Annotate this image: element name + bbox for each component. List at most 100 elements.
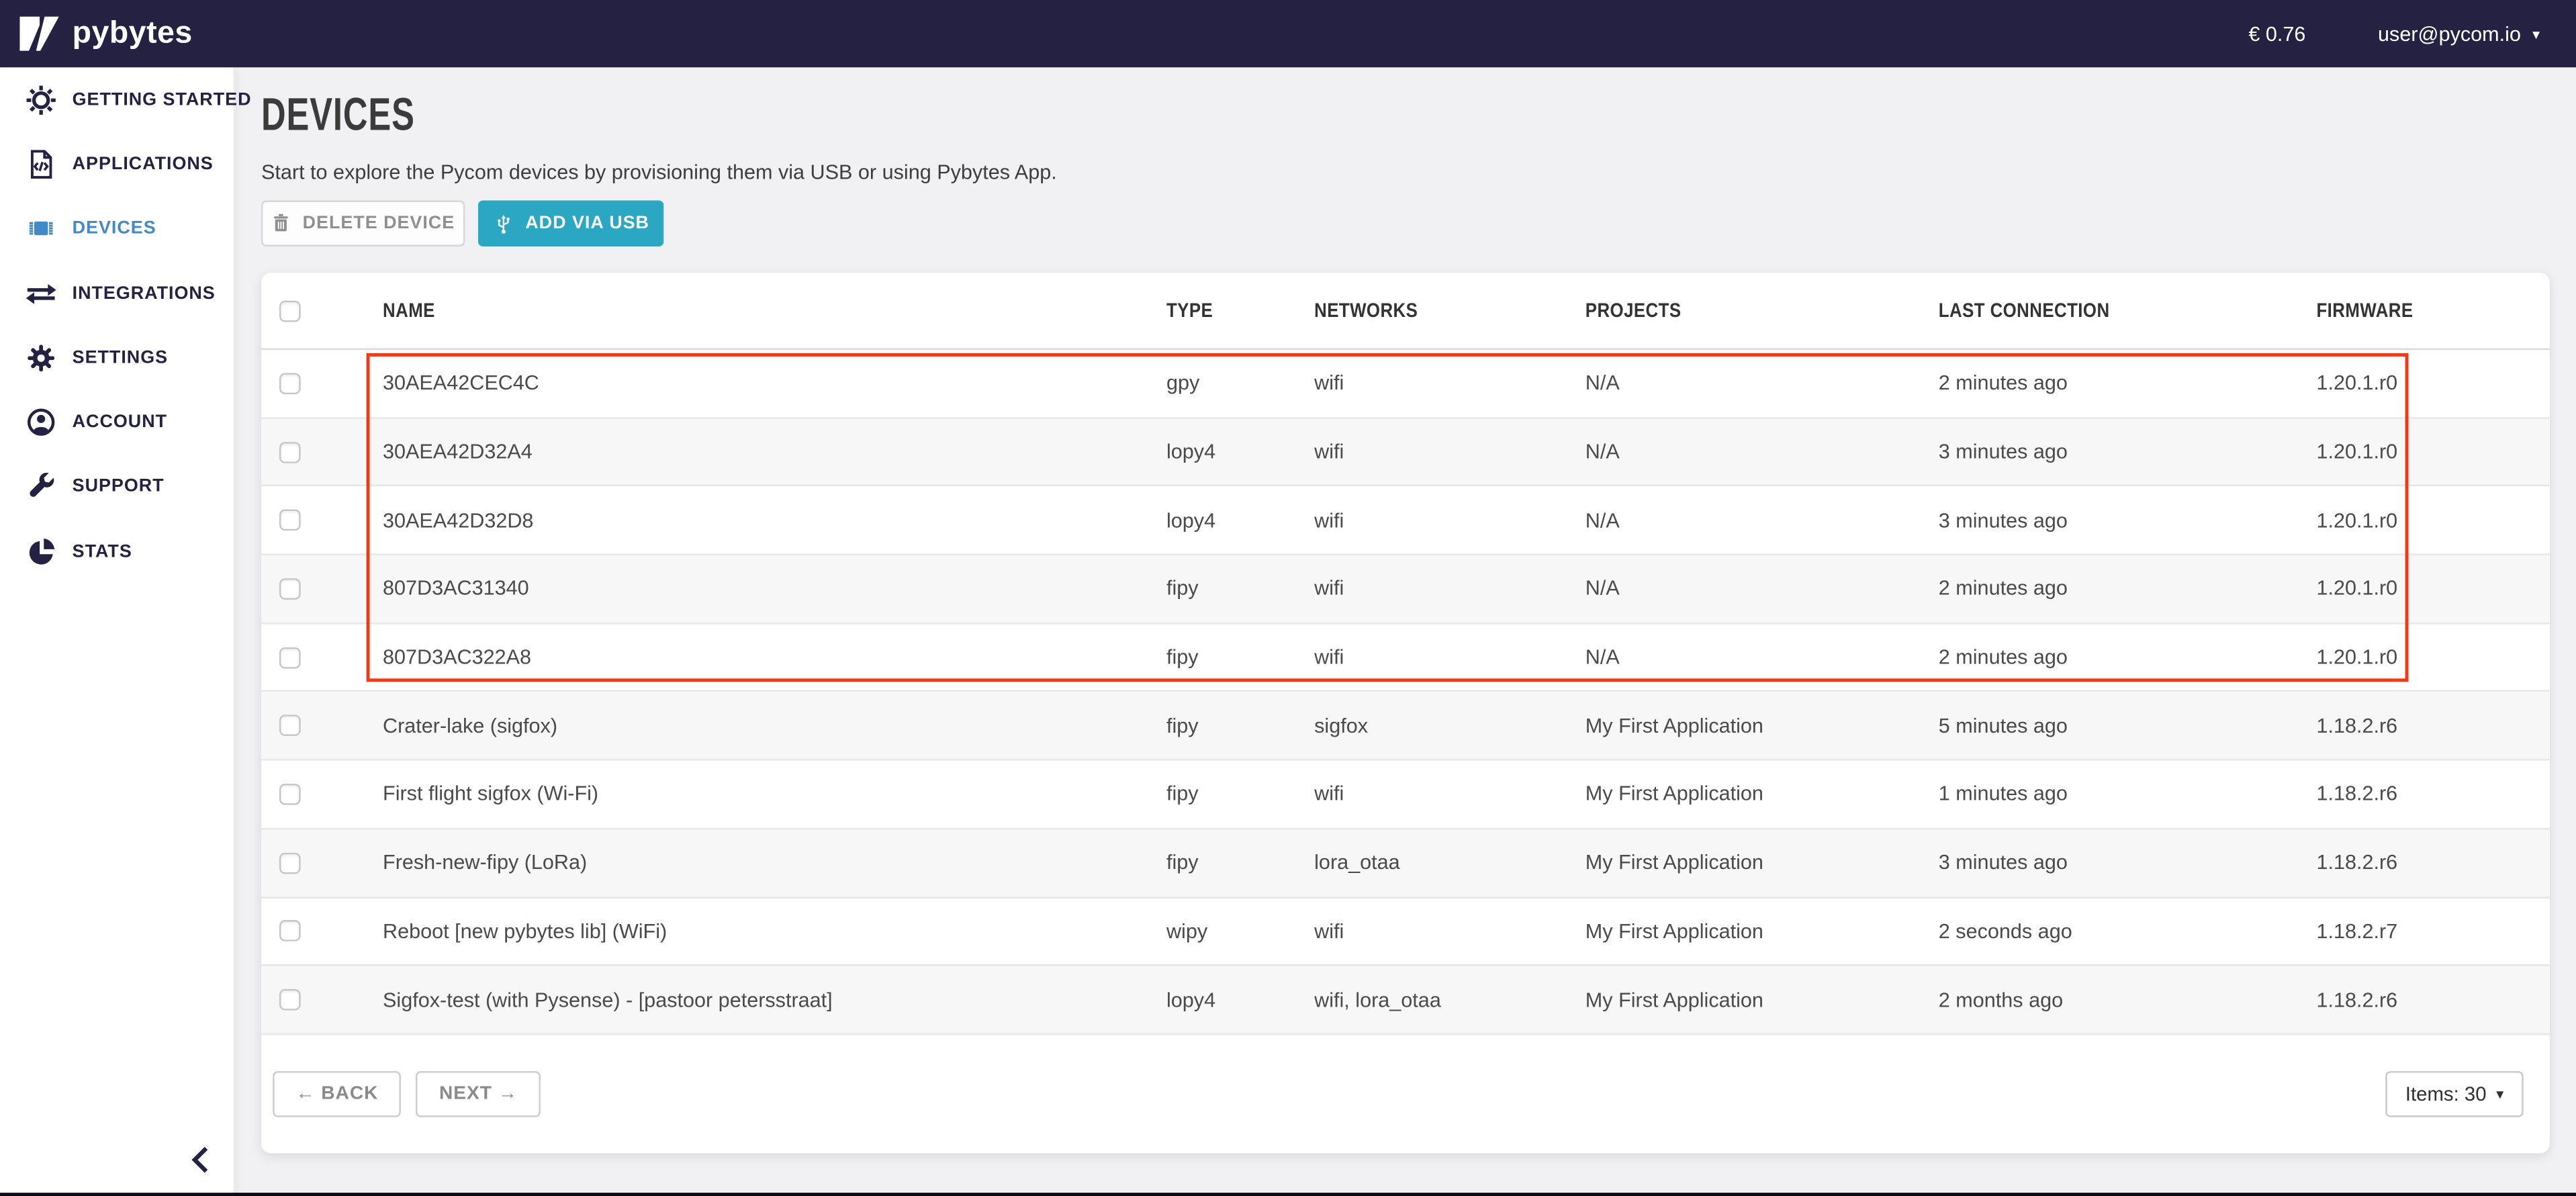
user-icon bbox=[25, 406, 58, 439]
sidebar-item-applications[interactable]: APPLICATIONS bbox=[0, 132, 233, 196]
items-per-page-dropdown[interactable]: Items: 30 ▾ bbox=[2385, 1071, 2523, 1117]
sidebar-item-getting-started[interactable]: GETTING STARTED bbox=[0, 67, 233, 132]
add-via-usb-button[interactable]: ADD VIA USB bbox=[478, 200, 663, 246]
device-name-cell: 807D3AC322A8 bbox=[383, 646, 1166, 669]
sidebar-item-label: SUPPORT bbox=[73, 477, 165, 496]
device-name-cell: Fresh-new-fipy (LoRa) bbox=[383, 852, 1166, 874]
sidebar-item-devices[interactable]: DEVICES bbox=[0, 197, 233, 261]
delete-device-label: DELETE DEVICE bbox=[303, 214, 455, 233]
sidebar-item-account[interactable]: ACCOUNT bbox=[0, 390, 233, 455]
sun-icon bbox=[25, 83, 58, 116]
pycom-logo-icon bbox=[19, 15, 62, 52]
table-row[interactable]: 30AEA42D32D8 lopy4 wifi N/A 3 minutes ag… bbox=[261, 487, 2550, 555]
row-checkbox[interactable] bbox=[279, 989, 301, 1011]
device-name-cell: Reboot [new pybytes lib] (WiFi) bbox=[383, 920, 1166, 943]
device-firmware-cell: 1.20.1.r0 bbox=[2316, 509, 2549, 532]
sidebar-item-integrations[interactable]: INTEGRATIONS bbox=[0, 261, 233, 326]
pagination-bar: ← BACK NEXT → Items: 30 ▾ bbox=[261, 1035, 2550, 1153]
device-last-connection-cell: 3 minutes ago bbox=[1939, 852, 2317, 874]
sidebar-collapse-chevron-icon[interactable] bbox=[189, 1145, 215, 1175]
device-networks-cell: wifi bbox=[1314, 509, 1585, 532]
table-row[interactable]: First flight sigfox (Wi-Fi) fipy wifi My… bbox=[261, 761, 2550, 829]
row-checkbox[interactable] bbox=[279, 373, 301, 394]
device-name-cell: 30AEA42CEC4C bbox=[383, 372, 1166, 395]
table-row[interactable]: 30AEA42CEC4C gpy wifi N/A 2 minutes ago … bbox=[261, 350, 2550, 418]
table-row[interactable]: Crater-lake (sigfox) fipy sigfox My Firs… bbox=[261, 692, 2550, 761]
device-projects-cell: My First Application bbox=[1585, 920, 1939, 943]
gear-icon bbox=[25, 341, 58, 374]
pybytes-logo[interactable]: pybytes bbox=[19, 15, 192, 52]
device-type-cell: lopy4 bbox=[1166, 441, 1314, 463]
wrench-icon bbox=[25, 471, 58, 504]
row-checkbox[interactable] bbox=[279, 852, 301, 874]
table-row[interactable]: Sigfox-test (with Pysense) - [pastoor pe… bbox=[261, 966, 2550, 1035]
back-button[interactable]: ← BACK bbox=[273, 1071, 402, 1117]
device-last-connection-cell: 2 minutes ago bbox=[1939, 646, 2317, 669]
table-row[interactable]: 807D3AC31340 fipy wifi N/A 2 minutes ago… bbox=[261, 555, 2550, 624]
table-row[interactable]: 807D3AC322A8 fipy wifi N/A 2 minutes ago… bbox=[261, 624, 2550, 692]
usb-icon bbox=[492, 211, 514, 236]
device-last-connection-cell: 2 minutes ago bbox=[1939, 372, 2317, 395]
chevron-down-icon: ▾ bbox=[2496, 1087, 2503, 1101]
pybytes-app: pybytes € 0.76 user@pycom.io ▾ bbox=[0, 0, 2576, 1196]
sidebar-item-stats[interactable]: STATS bbox=[0, 519, 233, 584]
device-last-connection-cell: 2 seconds ago bbox=[1939, 920, 2317, 943]
trash-icon bbox=[271, 212, 291, 235]
delete-device-button[interactable]: DELETE DEVICE bbox=[261, 200, 465, 246]
device-name-cell: 30AEA42D32A4 bbox=[383, 441, 1166, 463]
device-firmware-cell: 1.18.2.r7 bbox=[2316, 920, 2549, 943]
sidebar-item-support[interactable]: SUPPORT bbox=[0, 455, 233, 519]
device-projects-cell: My First Application bbox=[1585, 988, 1939, 1011]
table-row[interactable]: 30AEA42D32A4 lopy4 wifi N/A 3 minutes ag… bbox=[261, 418, 2550, 487]
items-per-page-label: Items: 30 bbox=[2405, 1083, 2487, 1105]
next-button[interactable]: NEXT → bbox=[416, 1071, 541, 1117]
device-firmware-cell: 1.18.2.r6 bbox=[2316, 715, 2549, 737]
row-checkbox[interactable] bbox=[279, 784, 301, 805]
device-type-cell: fipy bbox=[1166, 578, 1314, 600]
device-type-cell: gpy bbox=[1166, 372, 1314, 395]
device-networks-cell: wifi bbox=[1314, 578, 1585, 600]
devices-table-card: NAME TYPE NETWORKS PROJECTS LAST CONNECT… bbox=[261, 273, 2550, 1153]
device-type-cell: fipy bbox=[1166, 715, 1314, 737]
device-name-cell: Crater-lake (sigfox) bbox=[383, 715, 1166, 737]
device-networks-cell: sigfox bbox=[1314, 715, 1585, 737]
chip-icon bbox=[25, 212, 58, 245]
device-firmware-cell: 1.18.2.r6 bbox=[2316, 852, 2549, 874]
device-last-connection-cell: 1 minutes ago bbox=[1939, 783, 2317, 806]
row-checkbox[interactable] bbox=[279, 578, 301, 600]
device-name-cell: Sigfox-test (with Pysense) - [pastoor pe… bbox=[383, 988, 1166, 1011]
page-subtitle: Start to explore the Pycom devices by pr… bbox=[261, 161, 1057, 184]
device-firmware-cell: 1.20.1.r0 bbox=[2316, 646, 2549, 669]
column-header-last-connection: LAST CONNECTION bbox=[1939, 299, 2317, 322]
device-networks-cell: wifi bbox=[1314, 372, 1585, 395]
table-row[interactable]: Reboot [new pybytes lib] (WiFi) wipy wif… bbox=[261, 898, 2550, 966]
pie-chart-icon bbox=[25, 535, 58, 568]
device-projects-cell: My First Application bbox=[1585, 715, 1939, 737]
device-networks-cell: wifi bbox=[1314, 646, 1585, 669]
device-firmware-cell: 1.20.1.r0 bbox=[2316, 372, 2549, 395]
toolbar: DELETE DEVICE ADD VIA USB bbox=[261, 200, 663, 246]
row-checkbox[interactable] bbox=[279, 715, 301, 737]
column-header-name: NAME bbox=[383, 299, 1166, 322]
device-projects-cell: N/A bbox=[1585, 441, 1939, 463]
device-networks-cell: wifi bbox=[1314, 783, 1585, 806]
row-checkbox[interactable] bbox=[279, 647, 301, 668]
device-projects-cell: N/A bbox=[1585, 372, 1939, 395]
row-checkbox[interactable] bbox=[279, 441, 301, 463]
user-account-menu[interactable]: user@pycom.io ▾ bbox=[2378, 22, 2540, 45]
device-projects-cell: My First Application bbox=[1585, 852, 1939, 874]
screen-bottom-edge bbox=[0, 1193, 2576, 1196]
chevron-down-icon: ▾ bbox=[2532, 26, 2540, 42]
table-row[interactable]: Fresh-new-fipy (LoRa) fipy lora_otaa My … bbox=[261, 829, 2550, 898]
column-header-networks: NETWORKS bbox=[1314, 299, 1585, 322]
row-checkbox[interactable] bbox=[279, 921, 301, 942]
sidebar-item-label: APPLICATIONS bbox=[73, 154, 214, 174]
sidebar-item-settings[interactable]: SETTINGS bbox=[0, 326, 233, 390]
select-all-checkbox[interactable] bbox=[279, 300, 301, 321]
account-balance: € 0.76 bbox=[2248, 22, 2305, 45]
table-body: 30AEA42CEC4C gpy wifi N/A 2 minutes ago … bbox=[261, 350, 2550, 1035]
sidebar: GETTING STARTED APPLICATIONS bbox=[0, 67, 235, 1196]
row-checkbox[interactable] bbox=[279, 510, 301, 531]
device-firmware-cell: 1.20.1.r0 bbox=[2316, 578, 2549, 600]
user-email: user@pycom.io bbox=[2378, 22, 2521, 45]
